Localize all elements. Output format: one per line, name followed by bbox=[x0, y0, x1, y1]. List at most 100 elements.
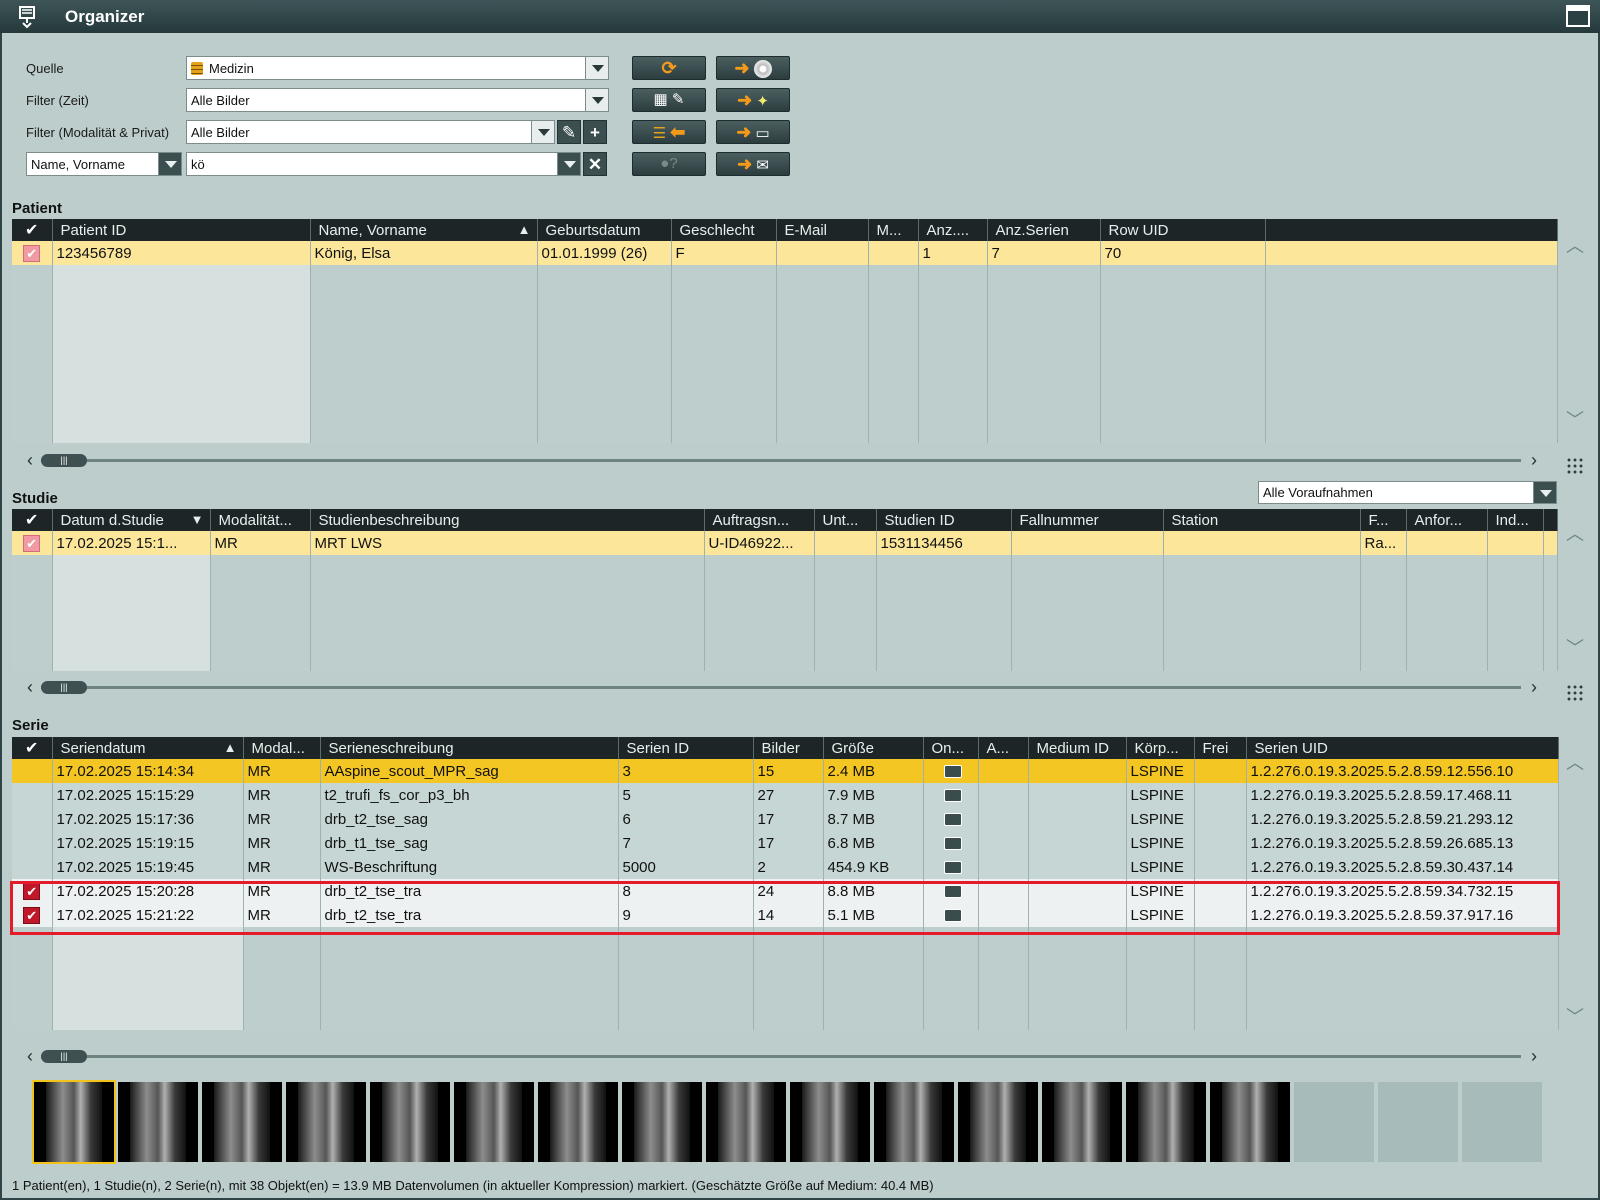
column-header[interactable]: Seriendatum bbox=[52, 737, 244, 759]
quelle-dropdown-button[interactable] bbox=[585, 56, 609, 80]
table-row[interactable]: ✔ 17.02.2025 15:1... MR MRT LWS U-ID4692… bbox=[12, 531, 1558, 555]
thumbnail-image[interactable] bbox=[538, 1082, 618, 1162]
resize-grip-icon[interactable] bbox=[1566, 457, 1584, 475]
chevron-down-icon[interactable]: ﹀ bbox=[1566, 406, 1584, 432]
search-input[interactable]: kö bbox=[186, 152, 558, 176]
thumbnail-image[interactable] bbox=[1210, 1082, 1290, 1162]
column-header[interactable]: M... bbox=[868, 219, 919, 241]
chevron-left-icon[interactable]: ‹ bbox=[27, 450, 33, 471]
column-header[interactable]: Anz.Serien bbox=[987, 219, 1101, 241]
table-row[interactable]: 17.02.2025 15:14:34 MR AAspine_scout_MPR_s… bbox=[12, 759, 1559, 783]
thumbnail-image[interactable] bbox=[706, 1082, 786, 1162]
column-header[interactable]: Körp... bbox=[1126, 737, 1195, 759]
maximize-button[interactable] bbox=[1566, 5, 1590, 27]
column-header[interactable]: Serien UID bbox=[1246, 737, 1559, 759]
thumbnail-image[interactable] bbox=[370, 1082, 450, 1162]
thumbnail-image[interactable] bbox=[202, 1082, 282, 1162]
column-header[interactable]: Datum d.Studie bbox=[52, 509, 211, 531]
resize-grip-icon[interactable] bbox=[1566, 684, 1584, 702]
column-header[interactable]: On... bbox=[923, 737, 979, 759]
table-row[interactable]: ✔ 123456789 König, Elsa 01.01.1999 (26) … bbox=[12, 241, 1558, 265]
column-header[interactable]: Modalität... bbox=[210, 509, 311, 531]
row-checkbox[interactable] bbox=[12, 807, 53, 831]
column-header[interactable]: Anfor... bbox=[1406, 509, 1488, 531]
column-header[interactable]: Serien ID bbox=[618, 737, 754, 759]
studie-vertical-scrollbar[interactable]: ︿ ﹀ bbox=[1564, 520, 1584, 660]
column-header[interactable]: Frei bbox=[1194, 737, 1247, 759]
column-header[interactable]: Fallnummer bbox=[1011, 509, 1164, 531]
filter-modality-dropdown-button[interactable] bbox=[531, 120, 555, 144]
send-mail-button[interactable]: ➜ ✉ bbox=[716, 152, 790, 176]
patient-query-button[interactable]: ●? bbox=[632, 152, 706, 176]
column-header[interactable]: Größe bbox=[823, 737, 924, 759]
refresh-button[interactable]: ⟳ bbox=[632, 56, 706, 80]
filter-zeit-select[interactable]: Alle Bilder bbox=[186, 88, 586, 112]
thumbnail-image[interactable] bbox=[790, 1082, 870, 1162]
table-row[interactable]: 17.02.2025 15:17:36 MR drb_t2_tse_sag 6 17 8.… bbox=[12, 807, 1559, 831]
select-all-checkbox[interactable]: ✔ bbox=[12, 219, 53, 241]
thumbnail-image[interactable] bbox=[32, 1080, 116, 1164]
thumbnail-image[interactable] bbox=[118, 1082, 198, 1162]
clear-search-icon[interactable]: ✕ bbox=[583, 152, 607, 176]
chevron-left-icon[interactable]: ‹ bbox=[27, 677, 33, 698]
chevron-up-icon[interactable]: ︿ bbox=[1566, 749, 1584, 775]
column-header[interactable]: Bilder bbox=[753, 737, 824, 759]
column-header[interactable]: Unt... bbox=[814, 509, 877, 531]
row-checkbox[interactable] bbox=[12, 831, 53, 855]
scroll-thumb[interactable]: ||| bbox=[41, 454, 87, 467]
column-header[interactable]: Studien ID bbox=[876, 509, 1012, 531]
scroll-thumb[interactable]: ||| bbox=[41, 681, 87, 694]
chevron-left-icon[interactable]: ‹ bbox=[27, 1046, 33, 1067]
thumbnail-image[interactable] bbox=[1126, 1082, 1206, 1162]
table-row[interactable]: 17.02.2025 15:15:29 MR t2_trufi_fs_cor_p3_… bbox=[12, 783, 1559, 807]
thumbnail-image[interactable] bbox=[286, 1082, 366, 1162]
thumbnail-image[interactable] bbox=[958, 1082, 1038, 1162]
scroll-thumb[interactable]: ||| bbox=[41, 1050, 87, 1063]
chevron-up-icon[interactable]: ︿ bbox=[1566, 520, 1584, 546]
export-folder-button[interactable]: ➜ ▭ bbox=[716, 120, 790, 144]
column-header[interactable]: Modal... bbox=[243, 737, 321, 759]
row-checkbox[interactable] bbox=[12, 783, 53, 807]
table-row[interactable]: 17.02.2025 15:19:45 MR WS-Beschriftung 5000… bbox=[12, 855, 1559, 879]
patient-horizontal-scrollbar[interactable]: ‹ ||| › bbox=[27, 450, 1537, 471]
row-checkbox[interactable] bbox=[12, 759, 53, 783]
search-field-select[interactable]: Name, Vorname bbox=[26, 152, 159, 176]
chevron-right-icon[interactable]: › bbox=[1531, 677, 1537, 698]
column-header[interactable]: E-Mail bbox=[776, 219, 869, 241]
chevron-right-icon[interactable]: › bbox=[1531, 450, 1537, 471]
prior-filter-dropdown-button[interactable] bbox=[1533, 481, 1557, 504]
search-history-dropdown-button[interactable] bbox=[557, 152, 581, 176]
column-header[interactable]: Geschlecht bbox=[671, 219, 777, 241]
studie-horizontal-scrollbar[interactable]: ‹ ||| › bbox=[27, 677, 1537, 698]
column-header[interactable]: Patient ID bbox=[52, 219, 311, 241]
column-header[interactable]: Geburtsdatum bbox=[537, 219, 672, 241]
thumbnail-image[interactable] bbox=[1042, 1082, 1122, 1162]
column-header[interactable]: Row UID bbox=[1100, 219, 1266, 241]
serie-horizontal-scrollbar[interactable]: ‹ ||| › bbox=[27, 1046, 1537, 1067]
import-database-button[interactable]: ☰ ⬅ bbox=[632, 120, 706, 144]
edit-filter-icon[interactable]: ✎ bbox=[557, 120, 581, 144]
chevron-up-icon[interactable]: ︿ bbox=[1566, 232, 1584, 258]
column-header[interactable]: Serieneschreibung bbox=[320, 737, 619, 759]
row-checkbox[interactable]: ✔ bbox=[12, 241, 53, 265]
column-header[interactable]: Ind... bbox=[1487, 509, 1544, 531]
row-checkbox[interactable]: ✔ bbox=[12, 531, 53, 555]
column-header[interactable]: Anz.... bbox=[918, 219, 988, 241]
thumbnail-image[interactable] bbox=[454, 1082, 534, 1162]
column-header[interactable]: Name, Vorname bbox=[310, 219, 538, 241]
patient-vertical-scrollbar[interactable]: ︿ ﹀ bbox=[1564, 232, 1584, 432]
select-all-checkbox[interactable]: ✔ bbox=[12, 509, 53, 531]
column-header[interactable]: F... bbox=[1360, 509, 1407, 531]
prior-filter-select[interactable]: Alle Voraufnahmen bbox=[1258, 481, 1534, 504]
chevron-down-icon[interactable]: ﹀ bbox=[1566, 634, 1584, 660]
send-network-button[interactable]: ➜ ✦ bbox=[716, 88, 790, 112]
filter-zeit-dropdown-button[interactable] bbox=[585, 88, 609, 112]
chevron-down-icon[interactable]: ﹀ bbox=[1566, 1003, 1584, 1029]
column-header[interactable]: Station bbox=[1163, 509, 1361, 531]
column-header[interactable]: Medium ID bbox=[1028, 737, 1127, 759]
column-header[interactable]: A... bbox=[978, 737, 1029, 759]
thumbnail-image[interactable] bbox=[874, 1082, 954, 1162]
quelle-select[interactable]: Medizin bbox=[186, 56, 586, 80]
export-cd-button[interactable]: ➜ bbox=[716, 56, 790, 80]
thumbnail-image[interactable] bbox=[622, 1082, 702, 1162]
